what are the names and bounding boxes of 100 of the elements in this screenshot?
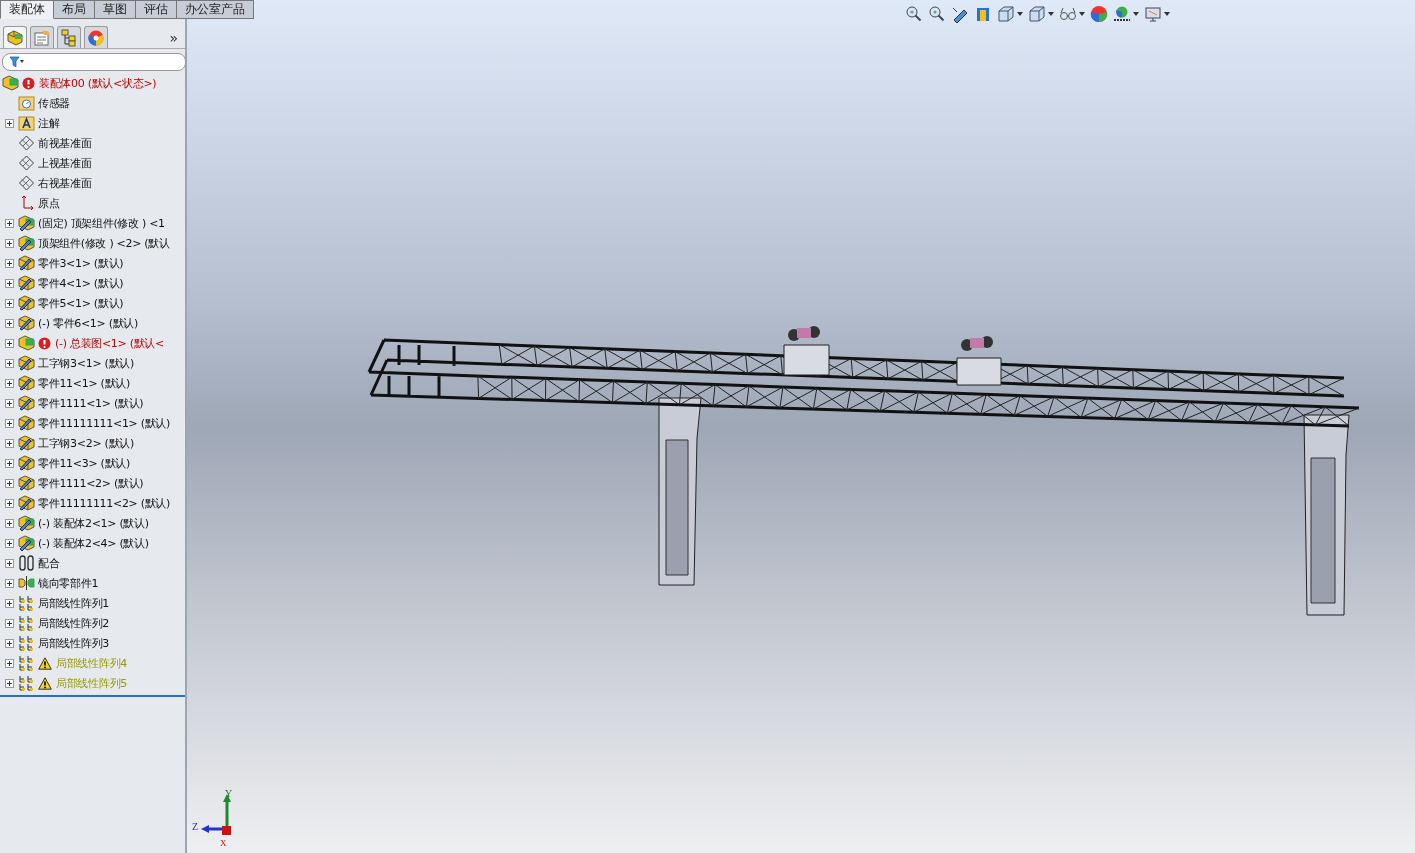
tree-item[interactable]: 上视基准面 [38,155,92,171]
expand-toggle-icon[interactable] [5,678,14,688]
expand-toggle-icon[interactable] [5,578,14,588]
expand-toggle-icon[interactable] [5,418,14,428]
expand-toggle-icon[interactable] [5,298,14,308]
caret-icon[interactable] [1133,12,1139,16]
tree-item[interactable]: (-) 总装图<1> (默认< [55,335,164,351]
zoom-area-icon[interactable] [928,5,946,23]
expand-toggle-icon[interactable] [5,438,14,448]
part-icon [18,255,35,271]
expand-toggle-icon[interactable] [5,118,14,128]
tree-item[interactable]: 零件4<1> (默认) [38,275,124,291]
tree-item[interactable]: 原点 [38,195,60,211]
part-icon [18,275,35,291]
tree-item[interactable]: (-) 装配体2<4> (默认) [38,535,149,551]
expand-toggle-icon[interactable] [5,238,14,248]
expand-toggle-icon[interactable] [5,398,14,408]
tree-item[interactable]: 装配体00 (默认<状态>) [39,75,157,91]
tree-item[interactable]: 镜向零部件1 [38,575,99,591]
tree-item[interactable]: (-) 装配体2<1> (默认) [38,515,149,531]
tree-item[interactable]: 零件1111<1> (默认) [38,395,144,411]
expand-toggle-icon[interactable] [5,218,14,228]
expand-toggle-icon[interactable] [5,618,14,628]
expand-toggle-icon[interactable] [5,518,14,528]
part-icon [18,355,35,371]
expand-toggle-icon[interactable] [5,558,14,568]
assembly-icon [18,215,35,231]
command-tab[interactable]: 评估 [136,0,177,19]
caret-icon[interactable] [1048,12,1054,16]
mirror-icon [18,575,35,591]
part-icon [18,455,35,471]
part-icon [18,315,35,331]
plane-icon [18,135,35,151]
pattern-icon [18,595,35,611]
tree-item[interactable]: 零件5<1> (默认) [38,295,124,311]
paperclip-icon [18,555,35,571]
expand-toggle-icon[interactable] [5,478,14,488]
pattern-icon [18,675,35,691]
expand-toggle-icon[interactable] [5,598,14,608]
part-icon [18,375,35,391]
property-tab[interactable] [30,26,54,48]
filter-icon[interactable] [9,56,25,68]
tree-item[interactable]: (-) 零件6<1> (默认) [38,315,139,331]
part-icon [18,435,35,451]
expand-toggle-icon[interactable] [5,278,14,288]
command-tab[interactable]: 草图 [95,0,136,19]
tree-item[interactable]: 前视基准面 [38,135,92,151]
part-icon [18,415,35,431]
command-tab[interactable]: 装配体 [0,0,54,19]
tree-item[interactable]: 零件11<3> (默认) [38,455,130,471]
zoom-icon[interactable] [905,5,923,23]
axis-label: Z [192,821,199,832]
expand-toggle-icon[interactable] [5,338,14,348]
config-tab[interactable] [57,26,81,48]
caret-icon[interactable] [1079,12,1085,16]
expand-toggle-icon[interactable] [5,658,14,668]
tree-item[interactable]: 工字钢3<1> (默认) [38,355,134,371]
tree-item[interactable]: 零件11<1> (默认) [38,375,130,391]
tree-item[interactable]: 配合 [38,555,60,571]
tree-item[interactable]: 注解 [38,115,60,131]
expand-toggle-icon[interactable] [5,498,14,508]
axis-label: X [220,838,227,848]
expand-panel-button[interactable]: » [165,30,182,48]
expand-toggle-icon[interactable] [5,318,14,328]
tree-item[interactable]: 局部线性阵列2 [38,615,109,631]
tree-item[interactable]: 零件11111111<1> (默认) [38,415,171,431]
caret-icon[interactable] [1017,12,1023,16]
expand-toggle-icon[interactable] [5,378,14,388]
command-tab[interactable]: 办公室产品 [177,0,254,19]
tree-item[interactable]: 零件1111<2> (默认) [38,475,144,491]
assembly-icon [18,515,35,531]
assembly-icon [18,235,35,251]
expand-toggle-icon[interactable] [5,638,14,648]
filter-field[interactable] [2,53,186,71]
glasses-icon[interactable] [1059,5,1077,23]
tree-item[interactable]: 零件3<1> (默认) [38,255,124,271]
expand-toggle-icon[interactable] [5,458,14,468]
expand-toggle-icon[interactable] [5,358,14,368]
tree-item[interactable]: 工字钢3<2> (默认) [38,435,134,451]
expand-toggle-icon[interactable] [5,258,14,268]
tree-item[interactable]: (固定) 顶架组件(修改 ) <1 [38,215,165,231]
cube-orientation-icon[interactable] [997,5,1015,23]
scene-icon[interactable] [1113,5,1131,23]
tree-item[interactable]: 右视基准面 [38,175,92,191]
cube-icon[interactable] [1028,5,1046,23]
tree-item[interactable]: 顶架组件(修改 ) <2> (默认 [38,235,170,251]
tree-item[interactable]: 局部线性阵列1 [38,595,109,611]
pattern-icon [18,655,35,671]
tree-item[interactable]: 零件11111111<2> (默认) [38,495,171,511]
caret-icon[interactable] [1164,12,1170,16]
command-tab[interactable]: 布局 [54,0,95,19]
tree-tab[interactable] [3,26,27,48]
tree-item[interactable]: 传感器 [38,95,71,111]
pattern-icon [18,615,35,631]
assembly-icon [18,335,35,351]
appearance-tab[interactable] [84,26,108,48]
tree-item[interactable]: 局部线性阵列3 [38,635,109,651]
monitor-icon[interactable] [1144,5,1162,23]
expand-toggle-icon[interactable] [5,538,14,548]
color-ball-icon[interactable] [1090,5,1108,23]
